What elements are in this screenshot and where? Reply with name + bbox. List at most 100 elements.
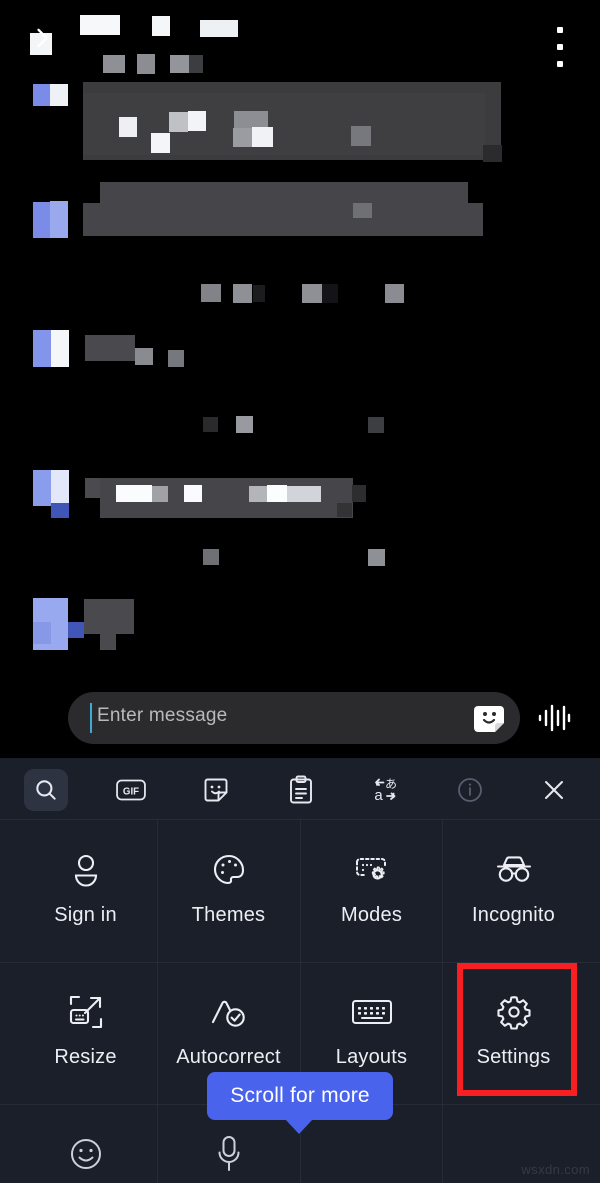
redaction-block bbox=[50, 201, 68, 238]
toolbar-gif-button[interactable]: GIF bbox=[109, 770, 153, 810]
voice-waveform-icon[interactable] bbox=[536, 701, 572, 735]
message-input-placeholder: Enter message bbox=[97, 705, 228, 726]
redaction-block bbox=[267, 485, 287, 502]
redaction-block bbox=[353, 203, 372, 218]
keyboard-icon bbox=[351, 992, 393, 1032]
redaction-block bbox=[100, 634, 116, 650]
redaction-block bbox=[233, 284, 252, 303]
redaction-block bbox=[483, 145, 502, 162]
incognito-icon bbox=[492, 850, 536, 890]
redaction-block bbox=[201, 284, 221, 302]
grid-item-label: Layouts bbox=[335, 1046, 408, 1068]
redaction-block bbox=[116, 485, 152, 502]
redaction-block bbox=[249, 486, 267, 502]
redaction-block bbox=[168, 350, 184, 367]
sticker-icon[interactable] bbox=[472, 698, 512, 738]
emoji-icon bbox=[68, 1134, 104, 1174]
svg-text:あ: あ bbox=[385, 777, 397, 791]
toolbar-close-button[interactable] bbox=[532, 770, 576, 810]
grid-item-themes[interactable]: Themes bbox=[157, 820, 300, 962]
grid-item-label: Resize bbox=[54, 1046, 117, 1068]
redaction-block bbox=[169, 112, 188, 132]
redaction-block bbox=[385, 284, 404, 303]
grid-item-resize[interactable]: Resize bbox=[14, 962, 157, 1104]
grid-item-label: Sign in bbox=[54, 904, 117, 926]
svg-text:GIF: GIF bbox=[123, 786, 139, 797]
redaction-block bbox=[80, 15, 120, 35]
redaction-block bbox=[137, 54, 155, 74]
redaction-block bbox=[33, 84, 50, 106]
redaction-block bbox=[200, 20, 238, 37]
redaction-block bbox=[83, 93, 485, 155]
grid-item-modes[interactable]: Modes bbox=[300, 820, 443, 962]
redaction-block bbox=[368, 417, 384, 433]
scroll-for-more-tooltip[interactable]: Scroll for more bbox=[207, 1072, 393, 1120]
chevron-right-icon[interactable] bbox=[28, 24, 56, 52]
grid-item-label: Incognito bbox=[472, 904, 555, 926]
keyboard-toolbar: GIF a あ bbox=[0, 758, 600, 820]
redaction-block bbox=[85, 335, 135, 361]
kebab-menu-icon[interactable] bbox=[556, 27, 564, 67]
grid-item-incognito[interactable]: Incognito bbox=[442, 820, 585, 962]
microphone-icon bbox=[215, 1134, 243, 1174]
redaction-block bbox=[253, 285, 265, 302]
toolbar-translate-button[interactable]: a あ bbox=[363, 770, 407, 810]
redaction-block bbox=[51, 503, 69, 518]
redaction-block bbox=[100, 182, 468, 204]
redaction-block bbox=[50, 84, 68, 106]
redaction-block bbox=[352, 485, 366, 502]
redaction-block bbox=[322, 284, 338, 303]
watermark: wsxdn.com bbox=[521, 1162, 590, 1177]
redaction-block bbox=[51, 330, 69, 367]
palette-icon bbox=[211, 850, 247, 890]
toolbar-info-button[interactable] bbox=[448, 770, 492, 810]
settings-highlight-box bbox=[457, 963, 577, 1096]
redaction-block bbox=[203, 417, 218, 432]
redaction-block bbox=[203, 549, 219, 565]
redaction-block bbox=[33, 330, 51, 367]
redaction-block bbox=[152, 486, 168, 502]
redaction-block bbox=[184, 485, 202, 502]
conversation-area[interactable] bbox=[0, 0, 600, 683]
redaction-block bbox=[233, 128, 254, 147]
redaction-block bbox=[337, 503, 352, 517]
phone-screen: Enter message GIF a あ Sign in Themes Mod… bbox=[0, 0, 600, 1183]
redaction-block bbox=[236, 416, 253, 433]
redaction-block bbox=[368, 549, 385, 566]
redaction-block bbox=[51, 470, 69, 503]
grid-item-label: Modes bbox=[340, 904, 403, 926]
redaction-block bbox=[287, 486, 321, 502]
modes-gear-icon bbox=[353, 850, 391, 890]
redaction-block bbox=[188, 111, 206, 131]
svg-text:a: a bbox=[374, 787, 383, 804]
redaction-block bbox=[151, 133, 170, 153]
toolbar-sticker-button[interactable] bbox=[194, 770, 238, 810]
toolbar-clipboard-button[interactable] bbox=[279, 770, 323, 810]
redaction-block bbox=[83, 203, 483, 236]
redaction-block bbox=[119, 117, 137, 137]
redaction-block bbox=[103, 55, 125, 73]
person-icon bbox=[69, 850, 103, 890]
redaction-block bbox=[302, 284, 322, 303]
redaction-block bbox=[84, 599, 134, 634]
grid-item-label: Autocorrect bbox=[176, 1046, 281, 1068]
redaction-block bbox=[33, 622, 51, 644]
tooltip-arrow bbox=[285, 1119, 313, 1134]
grid-item-emoji[interactable] bbox=[14, 1104, 157, 1183]
redaction-block bbox=[135, 348, 153, 365]
grid-item-label: Themes bbox=[191, 904, 266, 926]
autocorrect-icon bbox=[209, 992, 249, 1032]
redaction-block bbox=[152, 16, 170, 36]
grid-item-sign-in[interactable]: Sign in bbox=[14, 820, 157, 962]
redaction-block bbox=[33, 202, 50, 238]
toolbar-search-button[interactable] bbox=[24, 769, 68, 811]
tooltip-label: Scroll for more bbox=[230, 1084, 370, 1107]
redaction-block bbox=[33, 470, 51, 506]
redaction-block bbox=[68, 622, 84, 638]
redaction-block bbox=[351, 126, 371, 146]
text-caret bbox=[90, 703, 92, 733]
redaction-block bbox=[252, 127, 273, 147]
redaction-block bbox=[170, 55, 190, 73]
redaction-block bbox=[189, 55, 203, 73]
resize-icon bbox=[67, 992, 105, 1032]
